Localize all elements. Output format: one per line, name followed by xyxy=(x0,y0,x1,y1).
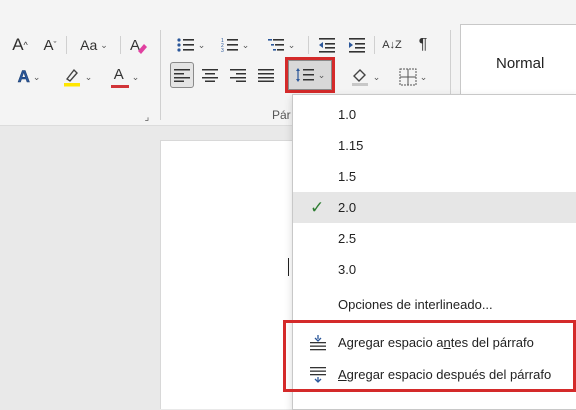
multilevel-list-button[interactable]: ⌄ xyxy=(260,32,302,58)
font-dialog-launcher[interactable]: ⌟ xyxy=(140,110,154,124)
clear-formatting-button[interactable]: A xyxy=(124,32,152,58)
align-center-icon xyxy=(202,69,218,82)
borders-button[interactable]: ⌄ xyxy=(392,64,434,90)
highlight-color-button[interactable]: ⌄ xyxy=(56,64,98,90)
checkmark-icon: ✓ xyxy=(310,197,325,217)
align-right-icon xyxy=(230,69,246,82)
bullets-icon xyxy=(177,38,194,52)
change-case-icon: Aa xyxy=(80,37,98,53)
grow-font-icon: A xyxy=(12,35,24,54)
separator xyxy=(374,36,375,54)
font-color-button[interactable]: A ⌄ xyxy=(104,64,146,90)
align-left-button[interactable] xyxy=(170,62,194,88)
chevron-down-icon: ⌄ xyxy=(84,71,93,82)
highlight-box xyxy=(285,57,335,93)
text-effects-button[interactable]: A ⌄ xyxy=(8,64,50,90)
separator xyxy=(66,36,67,54)
menu-item-spacing-2-5[interactable]: 2.5 xyxy=(293,223,576,254)
show-marks-button[interactable]: ¶ xyxy=(410,32,436,58)
menu-item-spacing-3-0[interactable]: 3.0 xyxy=(293,254,576,285)
decrease-indent-icon xyxy=(319,38,335,53)
shrink-font-icon: A xyxy=(43,36,54,54)
highlighter-icon xyxy=(63,68,80,87)
group-separator xyxy=(160,30,161,120)
increase-indent-button[interactable] xyxy=(344,32,370,58)
align-center-button[interactable] xyxy=(198,62,222,88)
numbering-icon: 1 2 3 xyxy=(221,38,238,53)
justify-button[interactable] xyxy=(254,62,278,88)
numbering-button[interactable]: 1 2 3 ⌄ xyxy=(214,32,256,58)
dialog-launcher-icon: ⌟ xyxy=(144,111,150,123)
menu-item-spacing-1-5[interactable]: 1.5 xyxy=(293,161,576,192)
chevron-down-icon: ⌄ xyxy=(241,39,250,50)
style-normal-label: Normal xyxy=(496,55,545,72)
increase-indent-icon xyxy=(349,38,365,53)
bullets-button[interactable]: ⌄ xyxy=(170,32,212,58)
grow-font-button[interactable]: A ^ xyxy=(8,32,32,58)
chevron-down-icon: ⌄ xyxy=(372,71,381,82)
sort-icon: A↓Z xyxy=(382,39,402,51)
pilcrow-icon: ¶ xyxy=(418,36,428,53)
justify-icon xyxy=(258,69,274,82)
clear-formatting-icon: A xyxy=(130,37,147,54)
menu-item-spacing-1-15[interactable]: 1.15 xyxy=(293,130,576,161)
menu-item-line-spacing-options[interactable]: Opciones de interlineado... xyxy=(293,289,576,320)
separator xyxy=(120,36,121,54)
paragraph-group-label: Pár xyxy=(272,108,291,122)
borders-icon xyxy=(399,68,417,86)
decrease-indent-button[interactable] xyxy=(314,32,340,58)
font-color-icon: A xyxy=(110,66,129,88)
text-effects-icon: A xyxy=(17,67,30,87)
align-right-button[interactable] xyxy=(226,62,250,88)
chevron-down-icon: ⌄ xyxy=(32,71,41,82)
text-cursor xyxy=(288,258,289,276)
sort-button[interactable]: A↓Z xyxy=(379,32,405,58)
chevron-down-icon: ⌄ xyxy=(197,39,206,50)
separator xyxy=(308,36,309,54)
chevron-down-icon: ⌄ xyxy=(419,71,428,82)
shading-button[interactable]: ⌄ xyxy=(344,64,386,90)
shrink-font-button[interactable]: Aˇ xyxy=(38,32,62,58)
chevron-down-icon: ⌄ xyxy=(100,39,108,50)
multilevel-list-icon xyxy=(267,39,284,51)
menu-item-spacing-1-0[interactable]: 1.0 xyxy=(293,99,576,130)
menu-item-spacing-2-0[interactable]: ✓ 2.0 xyxy=(293,192,576,223)
highlight-box xyxy=(283,320,576,392)
align-left-icon xyxy=(174,69,190,82)
document-page[interactable] xyxy=(160,140,302,409)
chevron-down-icon: ⌄ xyxy=(131,71,140,82)
change-case-button[interactable]: Aa ⌄ xyxy=(72,32,116,58)
svg-text:3: 3 xyxy=(221,48,224,53)
chevron-down-icon: ⌄ xyxy=(287,39,296,50)
paint-bucket-icon xyxy=(351,69,368,86)
